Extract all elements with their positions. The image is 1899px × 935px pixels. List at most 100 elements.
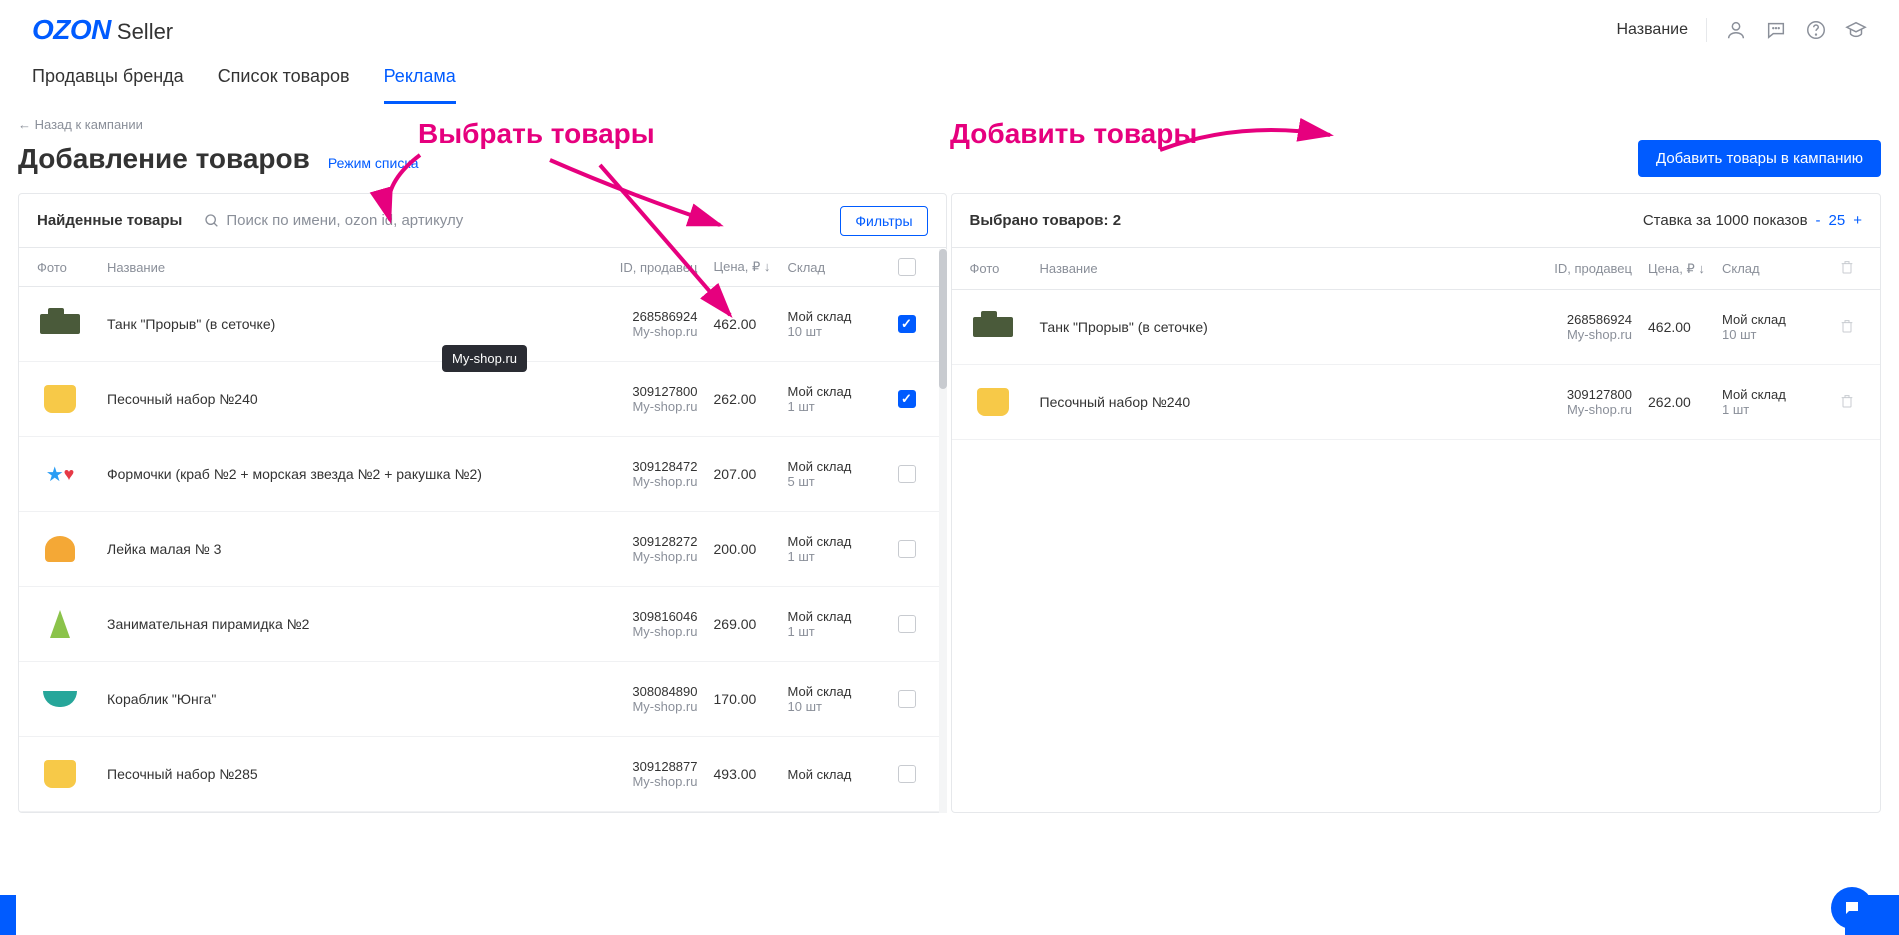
product-price: 493.00 [698, 766, 788, 782]
chat-fab-icon [1843, 899, 1861, 917]
row-checkbox[interactable] [898, 390, 916, 408]
product-stock: Мой склад1 шт [788, 609, 898, 639]
product-price: 462.00 [1632, 319, 1722, 335]
product-id: 309128272 [598, 534, 698, 549]
product-seller: My-shop.ru [598, 474, 698, 489]
select-all-checkbox[interactable] [898, 258, 916, 276]
table-row: ★♥ Формочки (краб №2 + морская звезда №2 … [19, 437, 946, 512]
product-stock: Мой склад10 шт [788, 309, 898, 339]
product-stock: Мой склад5 шт [788, 459, 898, 489]
product-name: Песочный набор №240 [1040, 394, 1533, 410]
product-seller: My-shop.ru [598, 699, 698, 714]
product-stock: Мой склад [788, 767, 898, 782]
col-name: Название [1040, 261, 1533, 276]
logo-sub: Seller [117, 19, 173, 45]
product-id: 308084890 [598, 684, 698, 699]
rate-label: Ставка за 1000 показов [1643, 212, 1808, 229]
col-name: Название [107, 260, 598, 275]
col-id[interactable]: ID, продавец [1532, 261, 1632, 276]
col-price[interactable]: Цена, ₽ ↓ [1632, 261, 1722, 277]
found-title: Найденные товары [37, 212, 182, 229]
main-nav: Продавцы бренда Список товаров Реклама [0, 46, 1899, 105]
product-id: 309127800 [1532, 387, 1632, 402]
product-thumb [970, 379, 1016, 425]
product-stock: Мой склад1 шт [1722, 387, 1832, 417]
nav-ads[interactable]: Реклама [384, 66, 456, 104]
divider [1706, 18, 1707, 42]
nav-sellers[interactable]: Продавцы бренда [32, 66, 184, 104]
chat-icon[interactable] [1765, 19, 1787, 41]
product-thumb [37, 376, 83, 422]
logo-brand: OZON [32, 14, 111, 46]
product-price: 462.00 [698, 316, 788, 332]
rate-decrease[interactable]: - [1816, 212, 1821, 229]
decor-left [0, 895, 16, 935]
nav-products[interactable]: Список товаров [218, 66, 350, 104]
product-price: 269.00 [698, 616, 788, 632]
product-price: 200.00 [698, 541, 788, 557]
row-checkbox[interactable] [898, 615, 916, 633]
product-name: Занимательная пирамидка №2 [107, 616, 598, 632]
table-row: Песочный набор №285309128877My-shop.ru49… [19, 737, 946, 812]
back-link[interactable]: ← Назад к кампании [0, 105, 1899, 140]
row-checkbox[interactable] [898, 765, 916, 783]
row-checkbox[interactable] [898, 315, 916, 333]
selected-title: Выбрано товаров: 2 [970, 212, 1122, 229]
trash-icon[interactable] [1839, 317, 1855, 335]
right-table-header: Фото Название ID, продавец Цена, ₽ ↓ Скл… [952, 248, 1881, 290]
product-id: 309128472 [598, 459, 698, 474]
found-products-panel: Найденные товары Фильтры Фото Название I… [18, 193, 947, 813]
row-checkbox[interactable] [898, 540, 916, 558]
table-row: Лейка малая № 3309128272My-shop.ru200.00… [19, 512, 946, 587]
product-price: 170.00 [698, 691, 788, 707]
chat-fab[interactable] [1831, 887, 1873, 929]
product-price: 207.00 [698, 466, 788, 482]
product-stock: Мой склад1 шт [788, 534, 898, 564]
product-id: 268586924 [598, 309, 698, 324]
selected-products-panel: Выбрано товаров: 2 Ставка за 1000 показо… [951, 193, 1882, 813]
product-id: 309127800 [598, 384, 698, 399]
product-price: 262.00 [1632, 394, 1722, 410]
product-id: 309816046 [598, 609, 698, 624]
row-checkbox[interactable] [898, 465, 916, 483]
product-seller: My-shop.ru [1532, 402, 1632, 417]
product-thumb: ★♥ [37, 451, 83, 497]
product-id: 268586924 [1532, 312, 1632, 327]
product-price: 262.00 [698, 391, 788, 407]
left-table-header: Фото Название ID, продавец Цена, ₽ ↓ Скл… [19, 248, 946, 287]
col-price[interactable]: Цена, ₽ ↓ [698, 259, 788, 275]
table-row: Песочный набор №240309127800My-shop.ru26… [19, 362, 946, 437]
product-seller: My-shop.ru [598, 399, 698, 414]
filters-button[interactable]: Фильтры [840, 206, 927, 236]
trash-icon[interactable] [1839, 258, 1855, 276]
product-stock: Мой склад10 шт [1722, 312, 1832, 342]
col-stock: Склад [788, 260, 898, 275]
education-icon[interactable] [1845, 19, 1867, 41]
add-to-campaign-button[interactable]: Добавить товары в кампанию [1638, 140, 1881, 177]
product-seller: My-shop.ru [598, 624, 698, 639]
page-title: Добавление товаров [18, 143, 310, 175]
product-id: 309128877 [598, 759, 698, 774]
product-name: Танк "Прорыв" (в сеточке) [107, 316, 598, 332]
header-label[interactable]: Название [1617, 21, 1689, 39]
product-name: Танк "Прорыв" (в сеточке) [1040, 319, 1533, 335]
search-input[interactable] [226, 212, 828, 229]
product-name: Песочный набор №240 [107, 391, 598, 407]
seller-tooltip: My-shop.ru [442, 345, 527, 372]
product-thumb [37, 601, 83, 647]
mode-link[interactable]: Режим списка [328, 155, 419, 171]
scrollbar[interactable] [939, 249, 947, 813]
table-row: Песочный набор №240309127800My-shop.ru26… [952, 365, 1881, 440]
trash-icon[interactable] [1839, 392, 1855, 410]
col-photo: Фото [970, 261, 1040, 276]
row-checkbox[interactable] [898, 690, 916, 708]
product-name: Формочки (краб №2 + морская звезда №2 + … [107, 466, 598, 482]
product-stock: Мой склад10 шт [788, 684, 898, 714]
user-icon[interactable] [1725, 19, 1747, 41]
product-seller: My-shop.ru [1532, 327, 1632, 342]
logo[interactable]: OZON Seller [32, 14, 173, 46]
col-id[interactable]: ID, продавец [598, 260, 698, 275]
help-icon[interactable] [1805, 19, 1827, 41]
rate-increase[interactable]: + [1853, 212, 1862, 229]
product-name: Песочный набор №285 [107, 766, 598, 782]
